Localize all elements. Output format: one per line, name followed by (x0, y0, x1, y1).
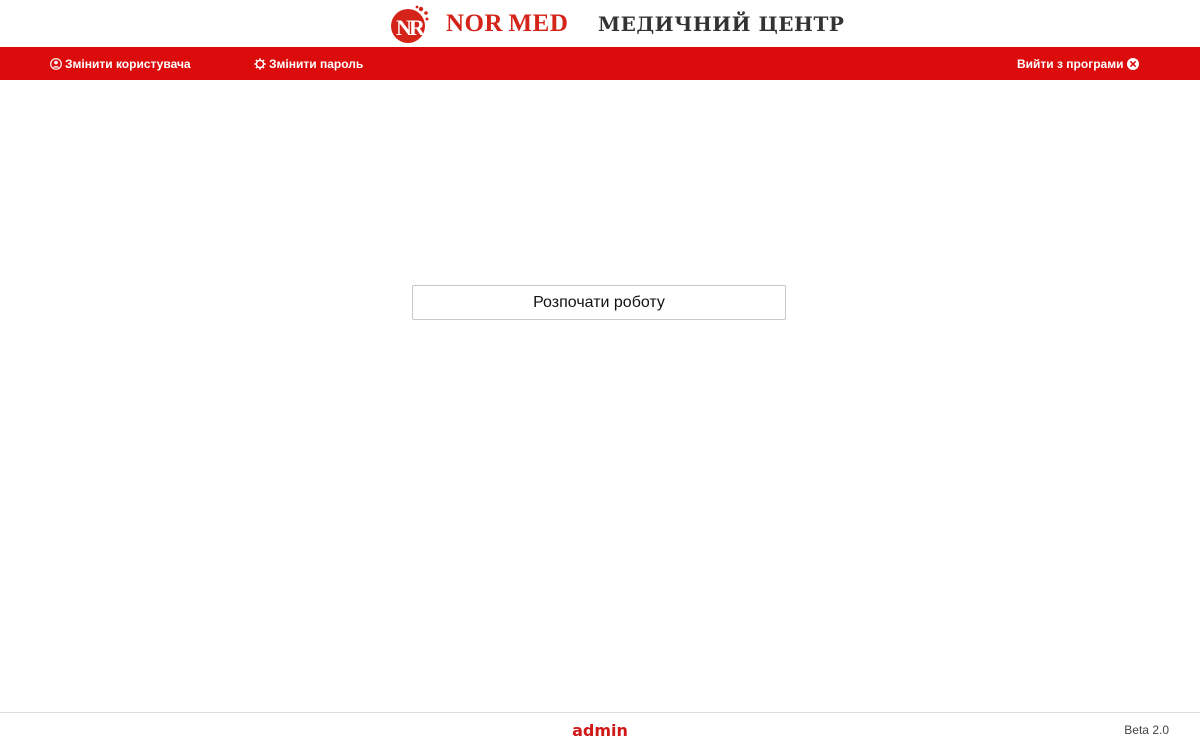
footer-username-wrap: admin (0, 720, 1200, 742)
app-header: N R NOR MED МЕДИЧНИЙ ЦЕНТР (0, 0, 1200, 47)
logo-wordmark: NOR MED (446, 10, 569, 37)
exit-program-button[interactable]: Вийти з програми (1017, 47, 1140, 80)
exit-program-label: Вийти з програми (1017, 56, 1124, 71)
start-work-button[interactable]: Розпочати роботу (412, 285, 786, 320)
svg-text:R: R (409, 15, 426, 40)
app-version: Beta 2.0 (1124, 723, 1169, 737)
close-circle-icon (1127, 57, 1140, 70)
normed-logo-mark-icon: N R (390, 4, 430, 44)
page-title: МЕДИЧНИЙ ЦЕНТР (598, 12, 845, 36)
user-circle-icon (50, 57, 62, 70)
change-user-button[interactable]: Змінити користувача (50, 47, 191, 80)
change-password-button[interactable]: Змінити пароль (254, 47, 363, 80)
top-navbar: Змінити користувача Змінити пароль Вийти… (0, 47, 1200, 80)
change-user-label: Змінити користувача (65, 56, 191, 71)
footer-divider (0, 712, 1200, 713)
normed-logo: N R NOR MED (390, 2, 568, 46)
gear-icon (254, 57, 266, 70)
current-username: admin (572, 721, 628, 740)
change-password-label: Змінити пароль (269, 56, 364, 71)
